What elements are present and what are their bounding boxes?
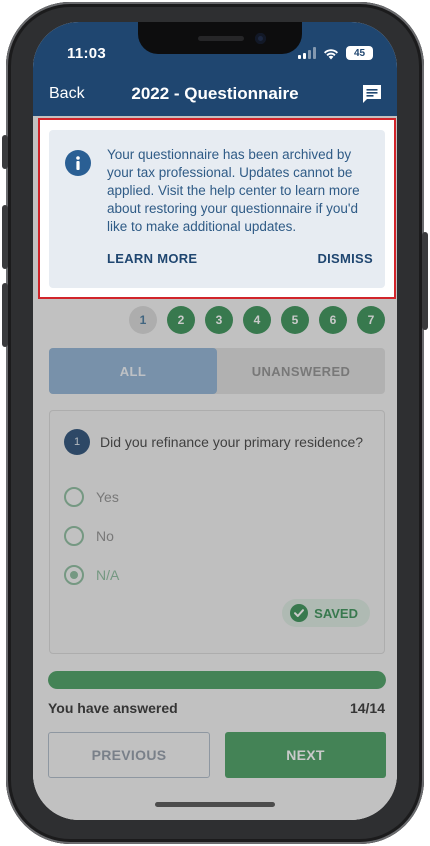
speaker-grille	[198, 36, 244, 41]
battery-icon: 45	[346, 46, 373, 60]
archived-alert: Your questionnaire has been archived by …	[49, 130, 385, 288]
wifi-icon	[324, 48, 338, 59]
phone-power-button	[422, 232, 428, 330]
home-indicator	[155, 802, 275, 807]
phone-volume-down	[2, 283, 8, 347]
info-icon	[65, 150, 91, 176]
status-icons: 45	[298, 46, 373, 60]
dismiss-button[interactable]: DISMISS	[317, 251, 373, 266]
phone-notch	[138, 22, 302, 54]
signal-icon	[298, 47, 316, 59]
learn-more-link[interactable]: LEARN MORE	[107, 251, 197, 266]
page-title: 2022 - Questionnaire	[131, 84, 299, 103]
status-time: 11:03	[67, 45, 107, 62]
front-camera	[255, 33, 266, 44]
archived-alert-highlight: Your questionnaire has been archived by …	[38, 118, 396, 299]
alert-message: Your questionnaire has been archived by …	[107, 147, 360, 234]
phone-volume-up	[2, 205, 8, 269]
chat-icon[interactable]	[361, 83, 383, 105]
phone-mute-switch	[2, 135, 8, 169]
